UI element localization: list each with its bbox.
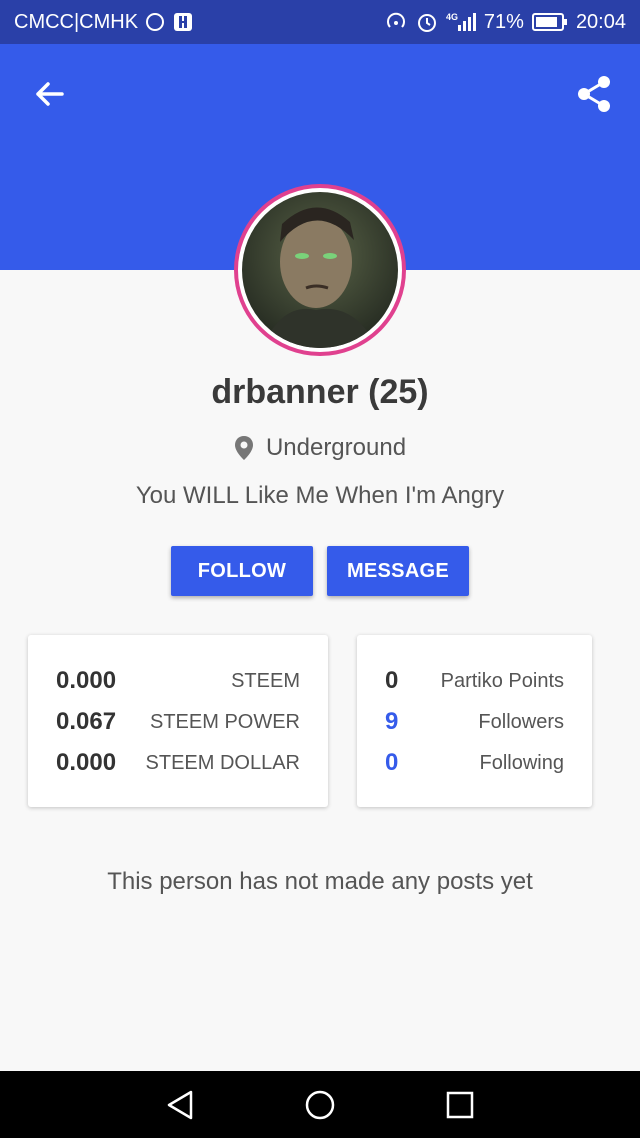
wallet-row-steem: 0.000 STEEM: [28, 667, 328, 695]
wallet-row-steem-power: 0.067 STEEM POWER: [28, 708, 328, 736]
signal-icon: 4G: [446, 11, 476, 33]
alarm-icon: [416, 11, 438, 33]
battery-icon: [531, 12, 568, 32]
wallet-value: 0.000: [56, 667, 117, 694]
social-value: 0: [385, 667, 399, 694]
wallet-card: 0.000 STEEM 0.067 STEEM POWER 0.000 STEE…: [28, 635, 328, 807]
social-row-following[interactable]: 0 Following: [357, 749, 592, 777]
square-recents-icon: [446, 1091, 474, 1118]
app-notification-icon: [172, 11, 194, 33]
follow-button[interactable]: FOLLOW: [171, 546, 313, 596]
wallet-value: 0.067: [56, 708, 117, 735]
wallet-label: STEEM POWER: [149, 710, 300, 733]
avatar[interactable]: [242, 192, 398, 348]
social-label: Partiko Points: [440, 669, 564, 692]
triangle-back-icon: [167, 1090, 193, 1119]
social-value: 0: [385, 749, 399, 776]
social-card: 0 Partiko Points 9 Followers 0 Following: [357, 635, 592, 807]
wallet-label: STEEM: [231, 669, 300, 692]
circle-home-icon: [305, 1090, 335, 1119]
location: Underground: [0, 434, 640, 462]
status-bar: CMCC|CMHK 4G 71% 20:04: [0, 0, 640, 44]
clock: 20:04: [575, 10, 626, 33]
sync-icon: [144, 11, 166, 33]
back-button[interactable]: [28, 74, 72, 114]
nav-home-button[interactable]: [290, 1075, 350, 1135]
social-label: Followers: [478, 710, 564, 733]
nav-back-button[interactable]: [150, 1075, 210, 1135]
avatar-ring: [234, 184, 406, 356]
share-button[interactable]: [572, 72, 616, 116]
location-pin-icon: [234, 436, 253, 460]
username: drbanner (25): [211, 373, 429, 411]
empty-posts-message: This person has not made any posts yet: [107, 868, 533, 895]
navigation-bar: [0, 1071, 640, 1138]
location-text: Underground: [265, 434, 407, 461]
status-right: 4G 71% 20:04: [384, 11, 626, 34]
social-row-followers[interactable]: 9 Followers: [357, 708, 592, 736]
share-icon: [578, 76, 610, 112]
social-row-partiko-points: 0 Partiko Points: [357, 667, 592, 695]
wallet-value: 0.000: [56, 749, 117, 776]
status-left: CMCC|CMHK: [14, 11, 194, 34]
message-button[interactable]: MESSAGE: [327, 546, 469, 596]
battery-percent: 71%: [483, 10, 524, 33]
hotspot-icon: [384, 11, 408, 33]
bio: You WILL Like Me When I'm Angry: [135, 482, 505, 509]
svg-text:4G: 4G: [446, 12, 458, 22]
carrier-label: CMCC|CMHK: [14, 10, 139, 33]
arrow-left-icon: [36, 82, 64, 106]
social-label: Following: [479, 751, 564, 774]
avatar-image: [242, 192, 398, 348]
nav-recents-button[interactable]: [430, 1075, 490, 1135]
social-value: 9: [385, 708, 399, 735]
wallet-label: STEEM DOLLAR: [145, 751, 300, 774]
wallet-row-steem-dollar: 0.000 STEEM DOLLAR: [28, 749, 328, 777]
